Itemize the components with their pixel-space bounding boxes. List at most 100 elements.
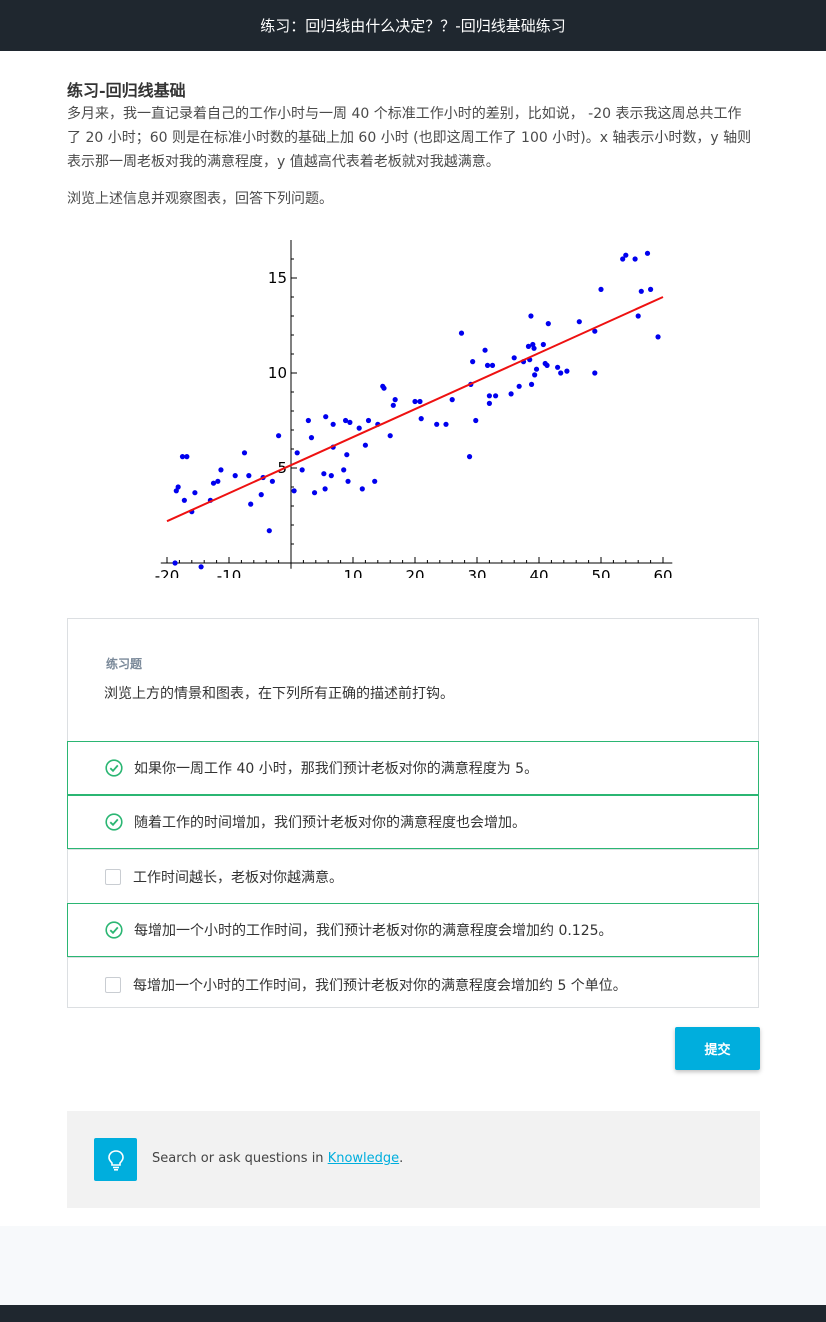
data-point bbox=[311, 490, 318, 496]
data-point bbox=[322, 486, 328, 492]
data-point bbox=[390, 402, 396, 408]
data-point bbox=[623, 252, 629, 258]
data-point bbox=[365, 417, 372, 424]
data-point bbox=[294, 450, 300, 456]
x-tick-label: -10 bbox=[217, 567, 242, 578]
data-point bbox=[592, 370, 598, 376]
quiz-option[interactable]: 随着工作的时间增加，我们预计老板对你的满意程度也会增加。 bbox=[67, 795, 759, 849]
data-point bbox=[544, 362, 550, 368]
data-point bbox=[648, 286, 654, 292]
data-point bbox=[392, 397, 398, 403]
data-point bbox=[321, 471, 327, 477]
knowledge-prefix: Search or ask questions in bbox=[152, 1151, 328, 1166]
data-point bbox=[655, 334, 661, 340]
top-bar: 练习：回归线由什么决定？？-回归线基础练习 bbox=[0, 0, 826, 51]
data-point bbox=[484, 362, 491, 368]
data-point bbox=[638, 288, 644, 294]
quiz-card: 练习题 浏览上方的情景和图表，在下列所有正确的描述前打钩。 如果你一周工作 40… bbox=[67, 618, 759, 1008]
data-point bbox=[266, 528, 272, 534]
data-point bbox=[516, 383, 522, 389]
x-tick-label: 50 bbox=[591, 567, 610, 578]
data-point bbox=[215, 478, 221, 484]
data-point bbox=[644, 250, 651, 256]
checkbox[interactable] bbox=[104, 976, 122, 994]
data-point bbox=[418, 416, 424, 422]
lightbulb-icon bbox=[94, 1138, 137, 1181]
lesson-paragraph-1-line-3: 表示那一周老板对我的满意程度，y 值越高代表着老板就对我越满意。 bbox=[67, 154, 500, 170]
lesson-paragraph-1: 多月来，我一直记录着自己的工作小时与一周 40 个标准工作小时的差别，比如说， … bbox=[67, 102, 757, 174]
quiz-option[interactable]: 如果你一周工作 40 小时，那我们预计老板对你的满意程度为 5。 bbox=[67, 741, 759, 795]
data-point bbox=[482, 347, 488, 353]
data-point bbox=[269, 478, 275, 484]
data-point bbox=[489, 362, 496, 368]
data-point bbox=[528, 313, 534, 319]
data-point bbox=[511, 355, 517, 361]
data-point bbox=[532, 372, 538, 378]
submit-button[interactable]: 提交 bbox=[675, 1027, 760, 1070]
quiz-option-label: 每增加一个小时的工作时间，我们预计老板对你的满意程度会增加约 5 个单位。 bbox=[133, 977, 627, 994]
quiz-option-label: 随着工作的时间增加，我们预计老板对你的满意程度也会增加。 bbox=[134, 815, 526, 831]
data-point bbox=[308, 435, 315, 441]
data-point bbox=[246, 473, 252, 479]
data-point bbox=[443, 421, 449, 427]
quiz-option[interactable]: 每增加一个小时的工作时间，我们预计老板对你的满意程度会增加约 5 个单位。 bbox=[67, 957, 759, 1011]
data-point bbox=[184, 454, 190, 460]
data-point bbox=[172, 560, 178, 566]
data-point bbox=[192, 490, 198, 496]
data-point bbox=[344, 452, 350, 458]
page-title: 练习：回归线由什么决定？？-回归线基础练习 bbox=[260, 17, 566, 35]
quiz-option-label: 工作时间越长，老板对你越满意。 bbox=[133, 869, 343, 886]
data-point bbox=[347, 419, 353, 425]
data-point bbox=[473, 417, 479, 424]
data-point bbox=[558, 370, 564, 376]
data-point bbox=[232, 473, 238, 479]
check-circle-icon bbox=[105, 813, 123, 831]
data-point bbox=[258, 492, 264, 498]
knowledge-suffix: . bbox=[399, 1151, 404, 1166]
quiz-option-label: 每增加一个小时的工作时间，我们预计老板对你的满意程度会增加约 0.125。 bbox=[134, 923, 613, 939]
x-tick-label: 40 bbox=[529, 567, 548, 578]
data-point bbox=[276, 433, 282, 439]
data-point bbox=[241, 450, 248, 456]
data-point bbox=[330, 421, 336, 427]
data-point bbox=[341, 467, 347, 473]
knowledge-link[interactable]: Knowledge bbox=[328, 1151, 399, 1166]
lesson-heading: 练习-回归线基础 bbox=[67, 81, 186, 100]
data-point bbox=[564, 368, 570, 374]
quiz-option[interactable]: 工作时间越长，老板对你越满意。 bbox=[67, 849, 759, 903]
y-tick-label: 10 bbox=[268, 364, 287, 382]
data-point bbox=[305, 417, 311, 424]
data-point bbox=[555, 364, 561, 370]
data-point bbox=[466, 454, 473, 460]
quiz-option[interactable]: 每增加一个小时的工作时间，我们预计老板对你的满意程度会增加约 0.125。 bbox=[67, 903, 759, 957]
knowledge-box: Search or ask questions in Knowledge. bbox=[67, 1111, 760, 1208]
data-point bbox=[458, 330, 465, 336]
data-point bbox=[356, 425, 362, 431]
data-point bbox=[470, 359, 476, 365]
y-tick-label: 15 bbox=[268, 269, 287, 287]
x-tick-label: 60 bbox=[653, 567, 672, 578]
data-point bbox=[198, 564, 204, 570]
scatter-chart: -20 -10 10 20 30 40 50 6051015 bbox=[155, 240, 673, 578]
quiz-question: 浏览上方的情景和图表，在下列所有正确的描述前打钩。 bbox=[104, 686, 454, 702]
data-point bbox=[598, 286, 604, 292]
data-point bbox=[299, 467, 305, 473]
check-circle-icon bbox=[105, 759, 123, 777]
data-point bbox=[218, 467, 224, 473]
data-point bbox=[486, 393, 492, 399]
data-point bbox=[345, 478, 351, 484]
lesson-paragraph-1-line-1: 多月来，我一直记录着自己的工作小时与一周 40 个标准工作小时的差别，比如说， … bbox=[67, 106, 742, 122]
data-point bbox=[328, 473, 334, 479]
data-point bbox=[540, 341, 546, 348]
data-point bbox=[359, 486, 365, 492]
checkbox[interactable] bbox=[104, 868, 122, 886]
data-point bbox=[531, 345, 537, 351]
x-tick-label: 30 bbox=[467, 567, 486, 578]
lesson-paragraph-1-line-2: 了 20 小时；60 则是在标准小时数的基础上加 60 小时 (也即这周工作了 … bbox=[67, 130, 752, 146]
knowledge-text: Search or ask questions in Knowledge. bbox=[152, 1151, 403, 1166]
data-point bbox=[508, 391, 514, 397]
data-point bbox=[248, 501, 254, 507]
footer-bar bbox=[0, 1305, 826, 1322]
lesson-paragraph-2: 浏览上述信息并观察图表，回答下列问题。 bbox=[67, 191, 333, 207]
x-tick-label: 20 bbox=[405, 567, 424, 578]
